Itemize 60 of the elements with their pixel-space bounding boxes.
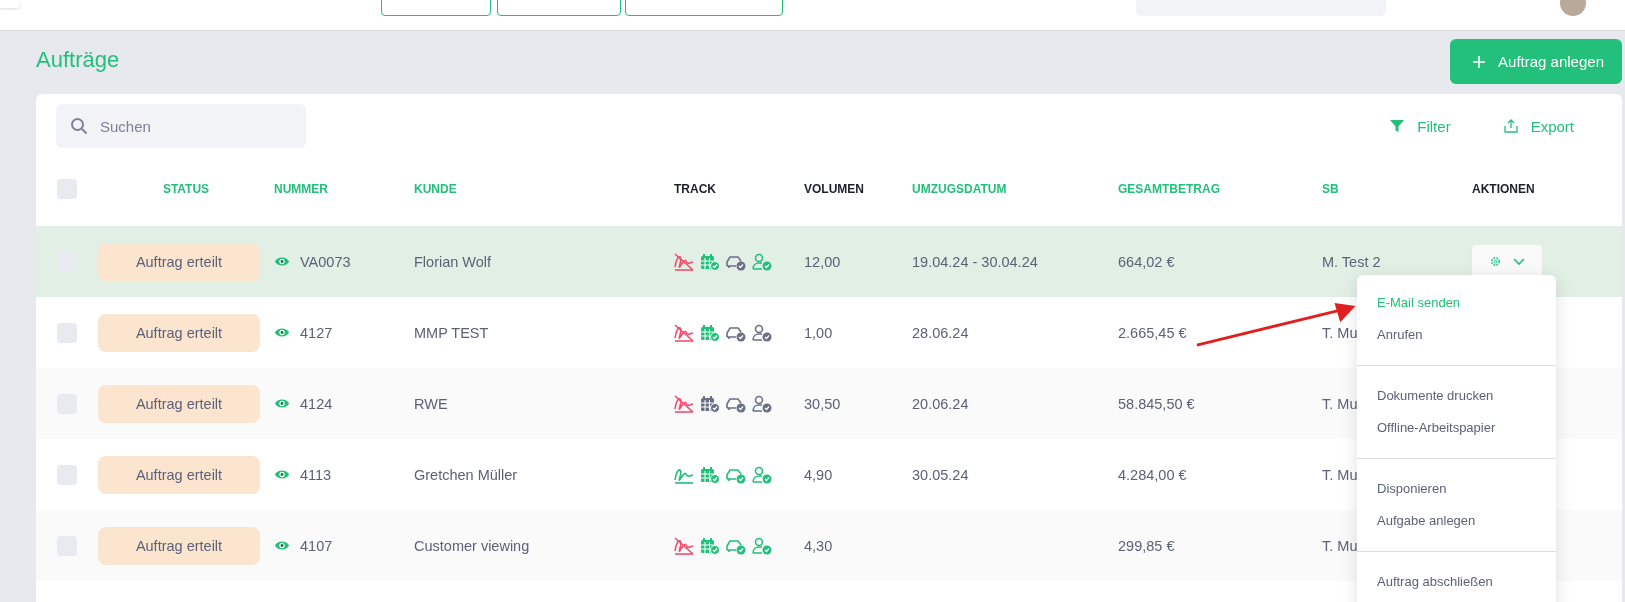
clerk-name: T. Mu: [1322, 466, 1358, 483]
toolbar-button[interactable]: [381, 0, 491, 16]
row-checkbox[interactable]: [57, 464, 77, 485]
clerk-name: T. Mu: [1322, 537, 1358, 554]
total-amount: 664,02 €: [1118, 253, 1175, 270]
order-number: 4124: [300, 395, 333, 412]
moving-date: 20.06.24: [912, 395, 969, 412]
customer-name: MMP TEST: [414, 324, 489, 341]
upload-icon: [1502, 118, 1519, 134]
search-icon: [70, 117, 88, 135]
status-badge: Auftrag erteilt: [98, 313, 260, 352]
moving-date: 19.04.24 - 30.04.24: [912, 253, 1038, 270]
table-row[interactable]: Auftrag erteilt VA0073 Florian Wolf 12,00 19.04.24 - 30.04.24 664,02 € M. Test 2: [36, 226, 1622, 297]
eye-icon[interactable]: [274, 540, 290, 551]
order-number: 4107: [300, 537, 333, 554]
column-header: AKTIONEN: [1472, 182, 1535, 196]
column-header: VOLUMEN: [804, 182, 864, 196]
total-amount: 58.845,50 €: [1118, 395, 1195, 412]
status-badge: Auftrag erteilt: [98, 242, 260, 281]
eye-icon[interactable]: [274, 327, 290, 338]
plus-icon: [1472, 54, 1487, 69]
moving-date: 30.05.24: [912, 466, 969, 483]
eye-icon[interactable]: [274, 469, 290, 480]
menu-item[interactable]: Dokumente drucken: [1357, 380, 1556, 412]
clerk-name: T. Mu: [1322, 324, 1358, 341]
select-all-checkbox[interactable]: [57, 179, 77, 199]
menu-item[interactable]: Disponieren: [1357, 473, 1556, 505]
volume-value: 12,00: [804, 253, 841, 270]
customer-name: RWE: [414, 395, 448, 412]
eye-icon[interactable]: [274, 398, 290, 409]
column-header: TRACK: [674, 182, 716, 196]
customer-name: Florian Wolf: [414, 253, 492, 270]
clerk-name: T. Mu: [1322, 395, 1358, 412]
row-checkbox[interactable]: [57, 322, 77, 343]
status-badge: Auftrag erteilt: [98, 384, 260, 423]
settings-icon: [1489, 256, 1501, 267]
toolbar-button[interactable]: [625, 0, 783, 16]
customer-name: Gretchen Müller: [414, 466, 518, 483]
order-number: VA0073: [300, 253, 351, 270]
funnel-icon: [1389, 118, 1406, 134]
volume-value: 30,50: [804, 395, 841, 412]
status-badge: Auftrag erteilt: [98, 455, 260, 494]
moving-date: 28.06.24: [912, 324, 969, 341]
clerk-name: M. Test 2: [1322, 253, 1381, 270]
volume-value: 4,30: [804, 537, 833, 554]
toolbar-button[interactable]: [497, 0, 621, 16]
total-amount: 2.665,45 €: [1118, 324, 1187, 341]
search-field[interactable]: Suchen: [56, 104, 306, 148]
chevron-down-icon: [1512, 257, 1525, 266]
order-number: 4113: [300, 466, 332, 483]
menu-item[interactable]: Anrufen: [1357, 319, 1556, 351]
total-amount: 4.284,00 €: [1118, 466, 1187, 483]
volume-value: 1,00: [804, 324, 833, 341]
order-number: 4127: [300, 324, 333, 341]
total-amount: 299,85 €: [1118, 537, 1175, 554]
customer-name: Customer viewing: [414, 537, 530, 554]
page-title: Aufträge: [36, 47, 120, 73]
status-badge: Auftrag erteilt: [98, 526, 260, 565]
eye-icon[interactable]: [274, 256, 290, 267]
volume-value: 4,90: [804, 466, 833, 483]
